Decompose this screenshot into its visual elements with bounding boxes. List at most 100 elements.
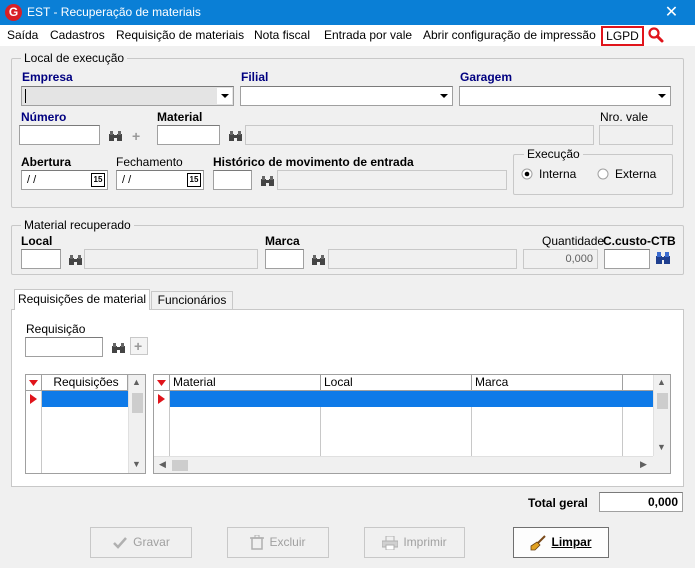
column-header-marca[interactable]: Marca: [472, 375, 623, 391]
fechamento-date-input[interactable]: / / 15: [116, 170, 204, 190]
grid-header: Requisições: [26, 375, 128, 391]
execucao-label: Execução: [524, 147, 583, 161]
historico-label: Histórico de movimento de entrada: [213, 155, 414, 169]
excluir-label: Excluir: [269, 535, 306, 549]
abertura-date-value: / /: [27, 174, 37, 186]
radio-interna[interactable]: Interna: [521, 167, 591, 181]
imprimir-button[interactable]: Imprimir: [364, 527, 465, 558]
scroll-corner: [653, 456, 670, 473]
filial-select[interactable]: [240, 86, 453, 106]
radio-interna-label: Interna: [539, 167, 577, 181]
close-button[interactable]: ✕: [648, 0, 695, 25]
calendar-icon[interactable]: 15: [187, 173, 201, 187]
empresa-label: Empresa: [22, 70, 73, 84]
menu-nota-fiscal[interactable]: Nota fiscal: [254, 28, 310, 42]
row-indicator: [26, 391, 41, 407]
local-label: Local: [21, 234, 53, 248]
binoculars-icon[interactable]: [69, 255, 82, 266]
empresa-select[interactable]: [21, 86, 234, 106]
total-geral-field: 0,000: [599, 492, 683, 512]
binoculars-icon[interactable]: [312, 255, 325, 266]
vertical-scrollbar[interactable]: ▲ ▼: [128, 375, 145, 473]
calendar-icon[interactable]: 15: [91, 173, 105, 187]
column-header-material[interactable]: Material: [170, 375, 321, 391]
radio-unselected-icon: [597, 168, 609, 180]
total-geral-value: 0,000: [647, 495, 678, 509]
marca-label: Marca: [265, 234, 300, 248]
numero-input[interactable]: [19, 125, 100, 145]
chevron-down-icon[interactable]: [436, 88, 451, 104]
marca-description-field: [328, 249, 517, 269]
ccusto-label: C.custo-CTB: [603, 234, 676, 248]
scroll-thumb[interactable]: [172, 460, 188, 471]
materiais-grid[interactable]: Material Local Marca ▲ ▼ ◀ ▶: [153, 374, 671, 474]
text-caret: [25, 89, 26, 103]
menu-abrir-config-impressao[interactable]: Abrir configuração de impressão: [423, 28, 596, 42]
limpar-button[interactable]: Limpar: [513, 527, 609, 558]
vertical-scrollbar[interactable]: ▲ ▼: [653, 375, 670, 456]
requisicao-label: Requisição: [26, 322, 86, 336]
fechamento-date-value: / /: [122, 174, 132, 186]
local-execucao-label: Local de execução: [21, 51, 128, 65]
menu-requisicao-materiais[interactable]: Requisição de materiais: [116, 28, 244, 42]
nro-vale-field: [599, 125, 673, 145]
requisicao-input[interactable]: [25, 337, 103, 357]
local-input[interactable]: [21, 249, 61, 269]
menu-entrada-por-vale[interactable]: Entrada por vale: [324, 28, 412, 42]
marca-input[interactable]: [265, 249, 304, 269]
scroll-up-icon[interactable]: ▲: [128, 377, 145, 387]
abertura-date-input[interactable]: / / 15: [21, 170, 108, 190]
garagem-select[interactable]: [459, 86, 671, 106]
radio-externa[interactable]: Externa: [597, 167, 667, 181]
horizontal-scrollbar[interactable]: ◀ ▶: [154, 456, 653, 473]
quantidade-value: 0,000: [565, 253, 593, 265]
chevron-down-icon[interactable]: [217, 88, 232, 104]
tab-requisicoes[interactable]: Requisições de material: [14, 289, 150, 310]
requisicoes-grid[interactable]: Requisições ▲ ▼: [25, 374, 146, 474]
plus-icon[interactable]: +: [132, 129, 140, 143]
binoculars-icon[interactable]: [229, 131, 242, 142]
scroll-down-icon[interactable]: ▼: [653, 442, 670, 452]
menu-lgpd[interactable]: LGPD: [601, 26, 644, 46]
scroll-right-icon[interactable]: ▶: [635, 459, 652, 470]
radio-selected-icon: [521, 168, 533, 180]
scroll-thumb[interactable]: [657, 393, 668, 409]
historico-description-field: [277, 170, 507, 190]
gravar-label: Gravar: [133, 535, 170, 549]
scroll-down-icon[interactable]: ▼: [128, 459, 145, 469]
add-requisicao-button[interactable]: +: [130, 337, 148, 355]
limpar-label: Limpar: [551, 535, 592, 549]
tab-funcionarios[interactable]: Funcionários: [151, 291, 233, 309]
menu-saida[interactable]: Saída: [7, 28, 38, 42]
trash-icon: [250, 535, 265, 551]
scroll-thumb[interactable]: [132, 393, 143, 413]
garagem-label: Garagem: [460, 70, 513, 84]
ccusto-input[interactable]: [604, 249, 650, 269]
quantidade-field: 0,000: [523, 249, 598, 269]
column-header-local[interactable]: Local: [321, 375, 472, 391]
scroll-left-icon[interactable]: ◀: [154, 459, 171, 470]
window-title: EST - Recuperação de materiais: [27, 5, 201, 19]
binoculars-icon[interactable]: [112, 343, 125, 354]
selected-row[interactable]: [170, 391, 654, 407]
binoculars-icon[interactable]: [261, 176, 274, 187]
chevron-down-icon[interactable]: [654, 88, 669, 104]
triangle-down-icon: [157, 380, 166, 386]
gravar-button[interactable]: Gravar: [90, 527, 192, 558]
historico-input[interactable]: [213, 170, 252, 190]
column-header-requisicoes[interactable]: Requisições: [42, 375, 128, 391]
material-input[interactable]: [157, 125, 220, 145]
scroll-up-icon[interactable]: ▲: [653, 377, 670, 387]
menu-cadastros[interactable]: Cadastros: [50, 28, 105, 42]
filial-label: Filial: [241, 70, 269, 84]
binoculars-blue-icon[interactable]: [656, 252, 670, 265]
grid-menu-cell[interactable]: [26, 375, 42, 391]
radio-externa-label: Externa: [615, 167, 657, 181]
excluir-button[interactable]: Excluir: [227, 527, 329, 558]
binoculars-icon[interactable]: [109, 131, 122, 142]
selected-row[interactable]: [42, 391, 128, 407]
triangle-down-icon: [29, 380, 38, 386]
app-logo-icon: G: [5, 4, 22, 21]
search-icon[interactable]: [647, 26, 665, 44]
grid-menu-cell[interactable]: [154, 375, 170, 391]
